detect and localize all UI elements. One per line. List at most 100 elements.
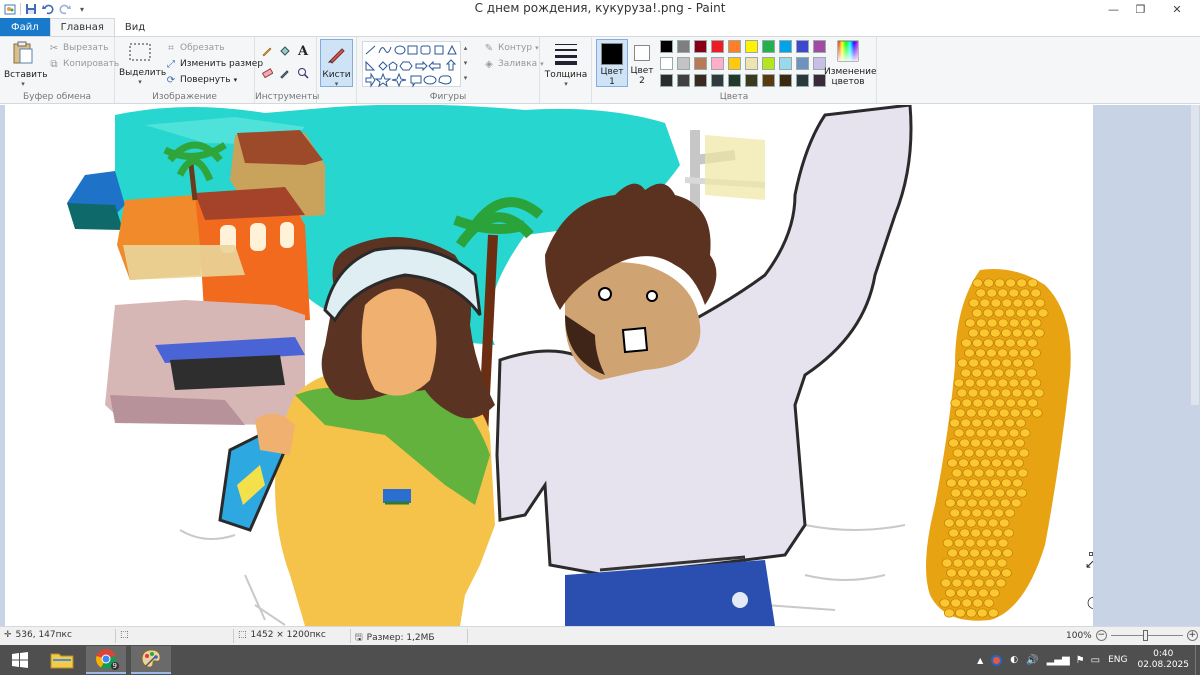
- show-hidden-icons[interactable]: ▲: [977, 656, 983, 665]
- brush-icon: [321, 43, 352, 68]
- fill-button[interactable]: ◈ Заливка ▾: [483, 58, 544, 70]
- copy-button[interactable]: ⧉ Копировать: [48, 58, 119, 70]
- zoom-in-icon[interactable]: +: [1186, 630, 1198, 641]
- paint-app-icon[interactable]: [3, 2, 17, 16]
- vertical-scrollbar[interactable]: [1190, 105, 1200, 626]
- palette-swatch[interactable]: [762, 40, 775, 53]
- shapes-group-label: Фигуры: [429, 92, 467, 102]
- color1-label: Цвет: [600, 67, 624, 77]
- zoom-slider[interactable]: [1110, 630, 1183, 641]
- crop-button[interactable]: ⌗ Обрезать: [165, 42, 225, 54]
- clock-date: 02.08.2025: [1137, 660, 1189, 670]
- tab-file[interactable]: Файл: [0, 18, 50, 36]
- palette-swatch[interactable]: [796, 57, 809, 70]
- status-divider: [350, 629, 351, 643]
- palette-swatch[interactable]: [677, 40, 690, 53]
- redo-icon[interactable]: [58, 2, 72, 16]
- palette-swatch[interactable]: [660, 57, 673, 70]
- palette-swatch[interactable]: [694, 40, 707, 53]
- monitor-icon[interactable]: ▭: [1091, 655, 1100, 666]
- title-bar: ▾ С днем рождения, кукуруза!.png - Paint…: [0, 0, 1200, 18]
- brushes-text: Кисти: [322, 70, 351, 80]
- shapes-group: ▴ ▾ ▾ ✎ Контур ▾ ◈ Заливка ▾ Фигуры: [357, 37, 544, 103]
- tab-home[interactable]: Главная: [49, 18, 115, 36]
- palette-swatch[interactable]: [694, 57, 707, 70]
- scrollbar-thumb[interactable]: [1191, 105, 1199, 405]
- cursor-position-text: 536, 147пкс: [15, 630, 72, 640]
- rotate-button[interactable]: ⟳ Повернуть ▾: [165, 74, 237, 86]
- color-picker-tool[interactable]: [279, 67, 291, 79]
- palette-swatch[interactable]: [660, 40, 673, 53]
- disk-icon: 🖫: [355, 633, 363, 643]
- palette-swatch[interactable]: [711, 40, 724, 53]
- palette-swatch[interactable]: [660, 74, 673, 87]
- palette-swatch[interactable]: [728, 57, 741, 70]
- image-size-text: 1452 × 1200пкс: [250, 630, 326, 640]
- taskbar-paint[interactable]: [131, 646, 171, 674]
- show-desktop-button[interactable]: [1195, 645, 1200, 675]
- shapes-gallery[interactable]: ▴ ▾ ▾: [362, 41, 470, 88]
- palette-swatch[interactable]: [779, 74, 792, 87]
- size-button[interactable]: Толщина ▾: [544, 41, 588, 88]
- pencil-tool[interactable]: [261, 45, 273, 57]
- paste-button[interactable]: Вставить ▾: [4, 41, 48, 88]
- restore-button[interactable]: ❐: [1127, 0, 1154, 18]
- palette-swatch[interactable]: [779, 40, 792, 53]
- magnifier-tool[interactable]: [297, 67, 309, 79]
- palette-swatch[interactable]: [711, 57, 724, 70]
- palette-swatch[interactable]: [728, 40, 741, 53]
- outline-button[interactable]: ✎ Контур ▾: [483, 42, 539, 54]
- palette-swatch[interactable]: [779, 57, 792, 70]
- zoom-out-icon[interactable]: −: [1095, 630, 1107, 641]
- drawing-canvas[interactable]: ↙ ◯: [5, 105, 1093, 626]
- palette-swatch[interactable]: [694, 74, 707, 87]
- palette-swatch[interactable]: [745, 57, 758, 70]
- palette-swatch[interactable]: [796, 74, 809, 87]
- minimize-button[interactable]: —: [1100, 0, 1127, 18]
- palette-swatch[interactable]: [677, 74, 690, 87]
- fill-tool[interactable]: [279, 45, 291, 57]
- paste-dropdown-icon[interactable]: ▾: [4, 80, 42, 88]
- text-tool[interactable]: A: [297, 44, 309, 59]
- color1-button[interactable]: Цвет 1: [596, 39, 628, 87]
- network-signal-icon[interactable]: ▂▄▆: [1047, 655, 1070, 666]
- palette-swatch[interactable]: [762, 74, 775, 87]
- palette-swatch[interactable]: [796, 40, 809, 53]
- canvas-resize-handle[interactable]: [1089, 552, 1093, 556]
- shapes-scroll[interactable]: ▴ ▾ ▾: [460, 41, 470, 87]
- resize-button[interactable]: ⤢ Изменить размер: [165, 58, 263, 70]
- save-icon[interactable]: [24, 2, 38, 16]
- start-button[interactable]: [0, 646, 40, 674]
- taskbar-chrome[interactable]: 9: [86, 646, 126, 674]
- palette-swatch[interactable]: [745, 74, 758, 87]
- volume-icon[interactable]: 🔊: [1026, 655, 1038, 666]
- corner-handle[interactable]: ◯: [1087, 595, 1093, 609]
- clock[interactable]: 0:40 02.08.2025: [1137, 649, 1189, 671]
- palette-swatch[interactable]: [745, 40, 758, 53]
- palette-swatch[interactable]: [711, 74, 724, 87]
- antivirus-tray-icon[interactable]: [991, 654, 1003, 666]
- cut-button[interactable]: ✂ Вырезать: [48, 42, 109, 54]
- zoom-slider-thumb[interactable]: [1142, 630, 1148, 641]
- select-dropdown-icon[interactable]: ▾: [119, 78, 161, 86]
- close-button[interactable]: ✕: [1154, 0, 1200, 18]
- ribbon: Вставить ▾ ✂ Вырезать ⧉ Копировать Буфер…: [0, 36, 1200, 104]
- file-size-text: Размер: 1,2МБ: [366, 633, 435, 643]
- input-language[interactable]: ENG: [1108, 655, 1127, 665]
- palette-swatch[interactable]: [728, 74, 741, 87]
- customize-qat-icon[interactable]: ▾: [75, 2, 89, 16]
- undo-icon[interactable]: [41, 2, 55, 16]
- brushes-button[interactable]: Кисти ▾: [320, 39, 353, 88]
- canvas-area[interactable]: ↙ ◯: [0, 105, 1200, 626]
- flag-icon[interactable]: ⚑: [1076, 655, 1085, 666]
- palette-swatch[interactable]: [762, 57, 775, 70]
- tab-view[interactable]: Вид: [115, 18, 155, 36]
- taskbar-explorer[interactable]: [42, 646, 82, 674]
- edit-colors-button[interactable]: Изменение цветов: [824, 40, 877, 87]
- eraser-tool[interactable]: [261, 67, 273, 79]
- select-button[interactable]: Выделить ▾: [119, 41, 166, 86]
- palette-swatch[interactable]: [677, 57, 690, 70]
- tray-app-icon[interactable]: ◐: [1010, 655, 1018, 665]
- cut-label: Вырезать: [63, 43, 109, 53]
- color2-button[interactable]: Цвет 2: [630, 39, 654, 87]
